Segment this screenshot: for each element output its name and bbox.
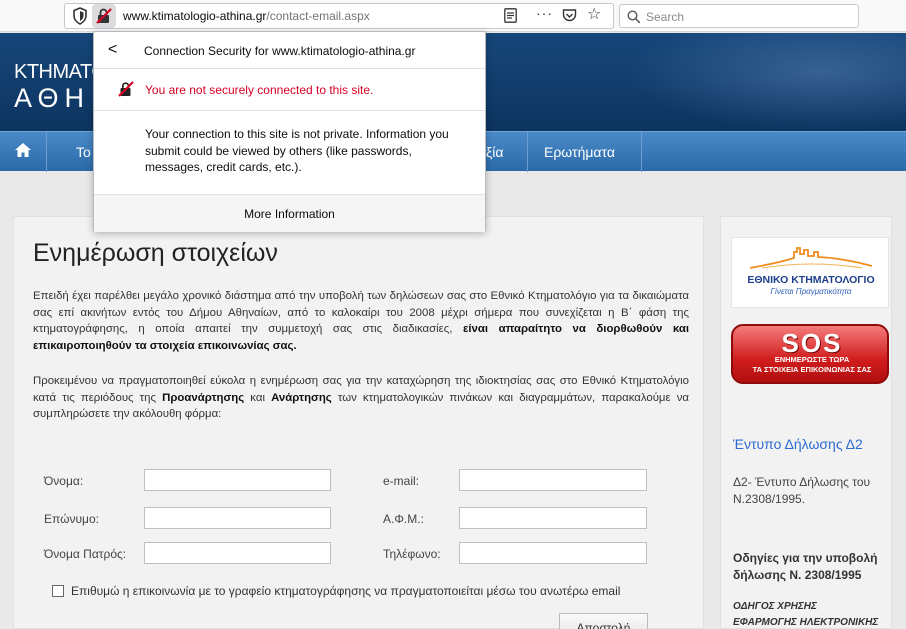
popup-divider [94,68,485,69]
url-path: /contact-email.aspx [266,9,370,23]
cadastre-logo-icon [749,247,873,269]
nav-item-1[interactable]: Το [76,144,91,160]
afm-label: Α.Φ.Μ.: [383,512,424,526]
email-field[interactable] [459,469,647,491]
tracking-protection-shield-icon[interactable] [72,7,88,25]
search-icon [627,10,641,24]
afm-field[interactable] [459,507,647,529]
email-consent-checkbox[interactable] [52,585,64,597]
reader-view-icon[interactable] [504,8,517,23]
father-name-label: Όνομα Πατρός: [44,547,127,561]
bookmark-star-icon[interactable]: ☆ [587,4,601,24]
sos-update-banner[interactable]: SOS ΕΝΗΜΕΡΩΣΤΕ ΤΩΡΑ ΤΑ ΣΤΟΙΧΕΙΑ ΕΠΙΚΟΙΝΩ… [731,324,889,384]
sos-line1: ΕΝΗΜΕΡΩΣΤΕ ΤΩΡΑ [774,355,850,364]
popup-body-text: Your connection to this site is not priv… [145,127,449,174]
email-consent-label[interactable]: Επιθυμώ η επικοινωνία με το γραφείο κτημ… [71,584,620,598]
insecure-lock-icon [96,8,112,24]
page-actions-more-icon[interactable]: ··· [536,5,553,21]
posting-term: Ανάρτησης [271,391,332,404]
intro-paragraph: Επειδή έχει παρέλθει μεγάλο χρονικό διάσ… [33,288,689,354]
last-name-label: Επώνυμο: [44,512,99,526]
phone-field[interactable] [459,542,647,564]
pocket-icon[interactable] [562,8,577,23]
instructions-paragraph: Προκειμένου να πραγματοποιηθεί εύκολα η … [33,373,689,423]
search-box[interactable]: Search [619,4,859,28]
home-icon[interactable] [14,142,32,158]
popup-divider [94,110,485,111]
submit-button[interactable]: Αποστολή [559,613,648,629]
url-host: www.ktimatologio-athina.gr [123,9,267,23]
email-label: e-mail: [383,474,420,488]
logo-slogan: Γίνεται Πραγματικότητα [770,287,852,296]
father-name-field[interactable] [144,542,331,564]
phone-label: Τηλέφωνο: [383,547,441,561]
more-information-label: More Information [244,207,335,221]
last-name-field[interactable] [144,507,331,529]
main-content-panel [13,216,704,629]
page-title: Ενημέρωση στοιχείων [33,239,278,267]
popup-back-chevron-icon[interactable]: < [108,41,117,59]
url-text[interactable]: www.ktimatologio-athina.gr/contact-email… [123,9,370,23]
nav-divider [527,132,528,172]
cadastre-logo-banner[interactable]: ΕΘΝΙΚΟ ΚΤΗΜΑΤΟΛΟΓΙΟ Γίνεται Πραγματικότη… [731,237,889,308]
insecure-connection-button[interactable] [92,4,116,28]
search-placeholder: Search [646,10,685,24]
nav-divider [46,132,47,172]
insecure-warning-text: You are not securely connected to this s… [145,83,374,97]
nav-item-faq[interactable]: Ερωτήματα [544,144,615,160]
popup-title: Connection Security for www.ktimatologio… [144,44,416,58]
user-manual-line2[interactable]: ΕΦΑΡΜΟΓΗΣ ΗΛΕΚΤΡΟΝΙΚΗΣ [733,614,893,629]
preposting-term: Προανάρτησης [162,391,245,404]
submission-guide-link[interactable]: Οδηγίες για την υποβολή δήλωσης Ν. 2308/… [733,550,888,584]
browser-toolbar: www.ktimatologio-athina.gr/contact-email… [0,0,906,32]
d2-form-link[interactable]: Έντυπο Δήλωσης Δ2 [733,436,863,452]
insecure-lock-icon [118,81,134,97]
nav-divider [641,132,642,172]
nav-item-2[interactable]: ξία [486,144,503,160]
sos-line2: ΤΑ ΣΤΟΙΧΕΙΑ ΕΠΙΚΟΙΝΩΝΙΑΣ ΣΑΣ [752,365,872,374]
first-name-field[interactable] [144,469,331,491]
d2-form-description: Δ2- Έντυπο Δήλωσης του Ν.2308/1995. [733,475,871,506]
more-information-button[interactable]: More Information [94,194,485,232]
site-brand-line2[interactable]: ΑΘΗ [14,83,90,114]
user-manual-line1[interactable]: ΟΔΗΓΟΣ ΧΡΗΣΗΣ [733,598,893,615]
first-name-label: Όνομα: [44,474,84,488]
connection-security-popup: < Connection Security for www.ktimatolog… [93,31,486,232]
logo-title: ΕΘΝΙΚΟ ΚΤΗΜΑΤΟΛΟΓΙΟ [747,274,875,286]
instructions-text: και [244,391,272,404]
